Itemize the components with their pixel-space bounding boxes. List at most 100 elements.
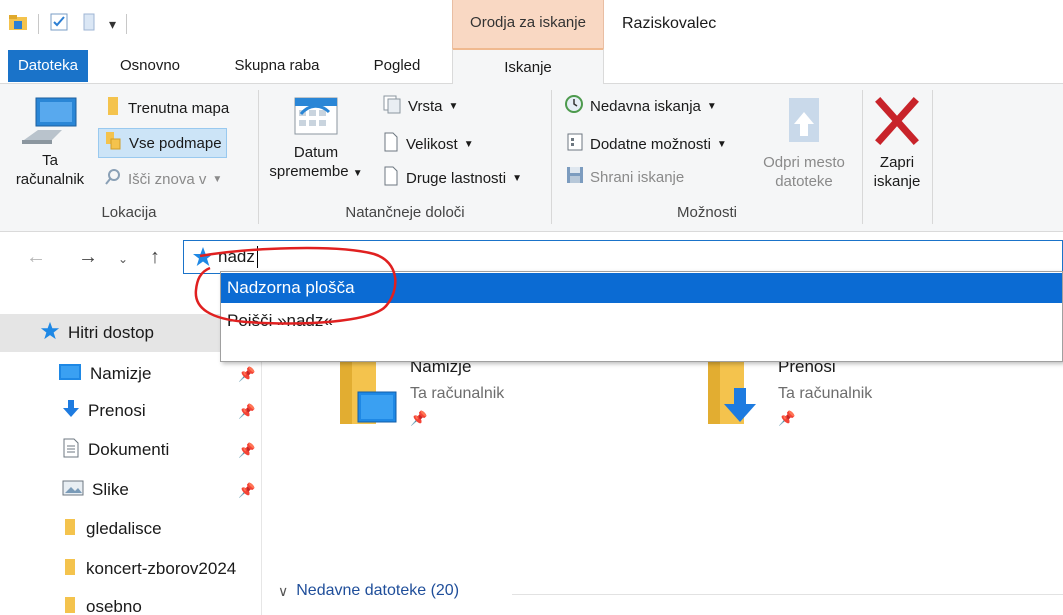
folder-icon — [104, 96, 122, 120]
desktop-icon — [58, 363, 82, 386]
group-label-refine: Natančneje določi — [345, 204, 465, 221]
search-again-button[interactable]: Išči znova v ▼ — [104, 168, 222, 190]
nav-item-label: Namizje — [90, 364, 152, 383]
suggestion-control-panel[interactable]: Nadzorna plošča — [221, 273, 1062, 303]
properties-icon[interactable] — [49, 12, 69, 36]
subfolders-icon — [103, 131, 123, 155]
close-search-button[interactable]: Zapri iskanje — [866, 94, 928, 191]
tile-subtitle: Ta računalnik — [778, 385, 873, 402]
pin-icon[interactable]: 📌 — [238, 482, 255, 499]
nav-item-folder[interactable]: osebno — [0, 588, 262, 615]
quick-access-tile-downloads[interactable] — [704, 352, 766, 432]
current-folder-button[interactable]: Trenutna mapa — [104, 96, 229, 120]
context-group-label: Orodja za iskanje — [470, 14, 586, 31]
size-label: Velikost — [406, 135, 458, 153]
desktop-folder-icon — [336, 354, 398, 432]
back-arrow-icon[interactable]: ← — [26, 246, 46, 269]
kind-label: Vrsta — [408, 97, 443, 115]
address-bar[interactable]: nadz — [183, 240, 1063, 274]
this-pc-label-2: računalnik — [15, 171, 85, 188]
properties-document-icon — [382, 166, 400, 190]
nav-item-documents[interactable]: Dokumenti 📌 — [0, 431, 262, 469]
tab-file[interactable]: Datoteka — [8, 50, 88, 82]
chevron-down-icon: ∨ — [278, 582, 289, 599]
tab-share[interactable]: Skupna raba — [222, 48, 332, 84]
close-search-label-2: iskanje — [873, 173, 921, 190]
advanced-options-icon — [566, 132, 584, 156]
folder-icon — [62, 517, 78, 542]
this-pc-label-1: Ta — [42, 152, 58, 169]
forward-arrow-icon[interactable]: → — [78, 246, 98, 269]
open-location-label-1: Odpri mesto — [763, 154, 845, 171]
open-location-icon — [748, 94, 860, 153]
nav-item-folder[interactable]: gledalisce — [0, 510, 262, 548]
date-modified-button[interactable]: Datum spremembe ▼ — [266, 94, 366, 183]
date-modified-label-2: spremembe — [269, 163, 349, 180]
pictures-icon — [62, 479, 84, 502]
this-pc-button[interactable]: Ta računalnik — [6, 94, 94, 189]
nav-item-label: osebno — [86, 597, 142, 615]
nav-item-label: koncert-zborov2024 — [86, 559, 237, 578]
ribbon-tabs: Datoteka Osnovno Skupna raba Pogled Iska… — [0, 48, 1063, 85]
folder-icon — [62, 557, 78, 582]
recent-searches-icon — [564, 94, 584, 118]
star-icon — [40, 321, 60, 346]
tab-view[interactable]: Pogled — [352, 48, 442, 84]
recent-files-section-header[interactable]: ∨ Nedavne datoteke (20) — [278, 582, 459, 600]
close-icon — [866, 94, 928, 153]
tile-subtitle: Ta računalnik — [410, 385, 505, 402]
nav-item-downloads[interactable]: Prenosi 📌 — [0, 392, 262, 430]
group-divider — [932, 90, 933, 224]
chevron-down-icon: ▼ — [212, 173, 223, 185]
pin-icon[interactable]: 📌 — [410, 410, 427, 427]
folder-icon — [62, 595, 78, 615]
pin-icon[interactable]: 📌 — [238, 403, 255, 420]
search-tools-context-header: Orodja za iskanje — [452, 0, 604, 48]
nav-item-label: Dokumenti — [88, 440, 170, 459]
suggestion-search-query[interactable]: Poišči »nadz« — [221, 306, 1062, 336]
quick-access-toolbar: ▾ — [8, 12, 128, 36]
address-input[interactable]: nadz — [218, 247, 255, 267]
chevron-down-icon: ▼ — [706, 100, 717, 112]
computer-icon — [6, 94, 94, 151]
pin-icon[interactable]: 📌 — [778, 410, 795, 427]
nav-item-pictures[interactable]: Slike 📌 — [0, 471, 262, 509]
advanced-options-label: Dodatne možnosti — [590, 135, 711, 153]
pin-icon[interactable]: 📌 — [238, 442, 255, 459]
tab-home[interactable]: Osnovno — [100, 48, 200, 84]
search-again-icon — [104, 168, 122, 190]
nav-item-label: Hitri dostop — [68, 323, 154, 342]
group-divider — [862, 90, 863, 224]
save-search-button[interactable]: Shrani iskanje — [566, 166, 684, 188]
pin-icon[interactable]: 📌 — [238, 366, 255, 383]
size-button[interactable]: Velikost ▼ — [382, 132, 474, 156]
document-icon — [62, 438, 80, 463]
tab-search[interactable]: Iskanje — [452, 48, 604, 85]
chevron-down-icon: ▼ — [716, 138, 727, 150]
chevron-down-icon: ▼ — [448, 100, 459, 112]
save-disk-icon — [566, 166, 584, 188]
nav-item-label: gledalisce — [86, 519, 162, 538]
calendar-icon — [266, 94, 366, 143]
all-subfolders-label: Vse podmape — [129, 134, 222, 152]
nav-item-label: Slike — [92, 480, 129, 499]
group-label-location: Lokacija — [101, 204, 157, 221]
date-modified-label-1: Datum — [293, 144, 339, 161]
all-subfolders-button[interactable]: Vse podmape — [98, 128, 227, 158]
chevron-down-icon: ▼ — [512, 172, 522, 184]
recent-locations-chevron-icon[interactable]: ⌄ — [118, 252, 128, 266]
up-arrow-icon[interactable]: ↑ — [150, 246, 160, 269]
quick-access-star-icon — [192, 246, 214, 272]
open-file-location-button[interactable]: Odpri mesto datoteke — [748, 94, 860, 191]
recent-searches-button[interactable]: Nedavna iskanja ▼ — [564, 94, 717, 118]
recent-searches-label: Nedavna iskanja — [590, 97, 701, 115]
kind-button[interactable]: Vrsta ▼ — [382, 94, 458, 118]
customize-toolbar-icon[interactable]: ▾ — [109, 16, 116, 33]
advanced-options-button[interactable]: Dodatne možnosti ▼ — [566, 132, 727, 156]
other-properties-button[interactable]: Druge lastnosti ▼ — [382, 166, 522, 190]
quick-access-tile-desktop[interactable] — [336, 352, 398, 432]
size-icon — [382, 132, 400, 156]
new-folder-icon[interactable] — [79, 12, 99, 36]
open-location-label-2: datoteke — [775, 173, 833, 190]
nav-item-folder[interactable]: koncert-zborov2024 — [0, 550, 262, 588]
